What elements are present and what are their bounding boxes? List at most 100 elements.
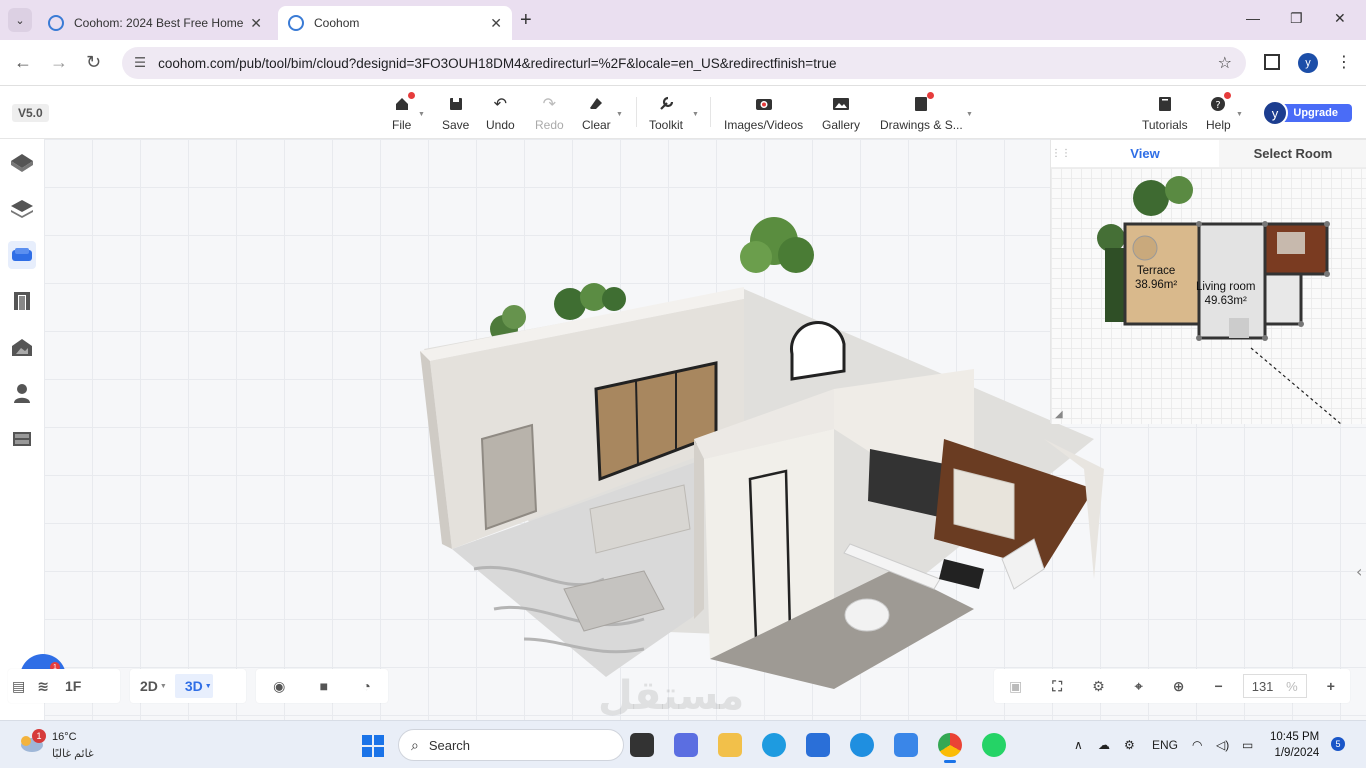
edge-icon[interactable] — [762, 733, 786, 757]
coohom-favicon-icon — [288, 15, 304, 31]
taskbar-search[interactable]: ⌕ Search — [398, 729, 624, 761]
tab-select-room[interactable]: Select Room — [1219, 140, 1366, 167]
minimap-canvas[interactable]: Terrace 38.96m² Living room 49.63m² ◢ — [1051, 168, 1366, 424]
save-label: Save — [442, 118, 470, 132]
render-quality-icon[interactable]: ◔ — [352, 678, 380, 694]
sidebar-item-doors[interactable] — [8, 287, 36, 315]
browser-tab-inactive[interactable]: Coohom: 2024 Best Free Home ✕ — [38, 6, 272, 40]
onedrive-cloud-icon[interactable]: ☁ — [1098, 738, 1110, 752]
tray-chevron-icon[interactable]: ∧ — [1074, 738, 1083, 752]
cube-view-icon[interactable]: ■ — [310, 678, 338, 694]
resize-handle-icon[interactable]: ◢ — [1055, 409, 1063, 420]
mode-3d-dropdown-icon[interactable]: ▼ — [205, 683, 212, 690]
wifi-icon[interactable]: ◠ — [1192, 738, 1202, 752]
images-videos-button[interactable]: Images/Videos — [724, 95, 803, 132]
settings-gear-icon[interactable]: ⚙ — [1124, 738, 1135, 752]
camera-settings-icon[interactable]: ⚙ — [1082, 678, 1115, 695]
sidebar-item-layers[interactable] — [8, 195, 36, 223]
sidebar-item-furniture[interactable] — [8, 241, 36, 269]
house-icon — [393, 92, 415, 113]
help-button[interactable]: ? Help — [1206, 92, 1232, 132]
clear-dropdown-icon[interactable]: ▼ — [616, 111, 623, 118]
building-icon — [12, 339, 32, 356]
profile-avatar[interactable]: y — [1298, 53, 1318, 73]
app-icon[interactable] — [850, 733, 874, 757]
zoom-out-icon[interactable]: − — [1204, 678, 1232, 694]
drawings-button[interactable]: Drawings & S... — [880, 92, 963, 132]
sidebar-item-floorplan[interactable] — [8, 149, 36, 177]
screenshot-icon[interactable]: ▣ — [999, 678, 1032, 695]
undo-button[interactable]: ↶ Undo — [486, 95, 515, 132]
zoom-level-field[interactable]: 131 % — [1242, 674, 1307, 698]
file-button[interactable]: File — [392, 92, 415, 132]
back-icon[interactable]: ← — [14, 52, 32, 73]
url-field[interactable]: ☰ coohom.com/pub/tool/bim/cloud?designid… — [122, 47, 1246, 79]
collapse-chevron-icon[interactable]: ‹ — [1356, 562, 1362, 581]
floor-list-icon[interactable]: ▤ — [8, 678, 31, 695]
layers-stack-icon[interactable]: ≋ — [31, 678, 55, 695]
whatsapp-icon[interactable] — [982, 733, 1006, 757]
browser-tab-active[interactable]: Coohom ✕ — [278, 6, 512, 40]
new-tab-icon[interactable]: + — [520, 9, 532, 32]
forward-icon[interactable]: → — [50, 52, 68, 73]
store-icon[interactable] — [806, 733, 830, 757]
gallery-button[interactable]: Gallery — [822, 95, 860, 132]
drag-handle-icon[interactable]: ⋮⋮ — [1051, 140, 1071, 167]
search-icon: ⌕ — [411, 736, 419, 753]
save-button[interactable]: Save — [442, 95, 469, 132]
tutorials-button[interactable]: Tutorials — [1142, 95, 1188, 132]
file-dropdown-icon[interactable]: ▼ — [418, 111, 425, 118]
toolkit-dropdown-icon[interactable]: ▼ — [692, 111, 699, 118]
weather-badge: 1 — [32, 729, 46, 743]
svg-text:?: ? — [1216, 100, 1221, 111]
focus-target-icon[interactable]: ⌖ — [1125, 678, 1153, 695]
sidebar-item-cabinets[interactable] — [8, 425, 36, 453]
clear-button[interactable]: Clear — [582, 95, 611, 132]
camera-frame-icon[interactable]: ⛶ — [1042, 678, 1072, 695]
teams-icon[interactable] — [674, 733, 698, 757]
toolkit-button[interactable]: Toolkit — [649, 95, 683, 132]
mode-2d-dropdown-icon[interactable]: ▼ — [160, 683, 167, 690]
bookmark-star-icon[interactable]: ☆ — [1218, 53, 1232, 73]
close-tab-icon[interactable]: ✕ — [490, 15, 502, 32]
language-indicator[interactable]: ENG — [1152, 738, 1178, 752]
help-dropdown-icon[interactable]: ▼ — [1236, 111, 1243, 118]
close-tab-icon[interactable]: ✕ — [250, 15, 262, 32]
help-label: Help — [1206, 118, 1231, 132]
toilet — [844, 598, 890, 632]
coohom-favicon-icon — [48, 15, 64, 31]
zoom-fit-icon[interactable]: ⊕ — [1163, 678, 1195, 695]
battery-icon[interactable]: ▭ — [1242, 738, 1253, 752]
visibility-eye-icon[interactable]: ◉ — [263, 678, 295, 695]
tab-search-chevron-icon[interactable]: ⌄ — [8, 8, 32, 32]
sidebar-item-user[interactable] — [8, 379, 36, 407]
zoom-in-icon[interactable]: + — [1317, 678, 1345, 694]
weather-temperature[interactable]: 16°C — [52, 731, 77, 743]
task-view-icon[interactable] — [630, 733, 654, 757]
user-avatar[interactable]: y — [1262, 100, 1288, 126]
reload-icon[interactable]: ↻ — [86, 52, 101, 73]
notification-count[interactable]: 5 — [1331, 737, 1345, 751]
display-controls: ◉ ■ ◔ — [256, 669, 388, 703]
weather-description[interactable]: غائم غالبًا — [52, 747, 94, 760]
close-window-icon[interactable]: ✕ — [1334, 10, 1346, 27]
windows-start-icon[interactable] — [362, 735, 384, 757]
floor-level-button[interactable]: 1F — [55, 678, 91, 694]
undo-icon: ↶ — [493, 96, 508, 113]
redo-icon: ↷ — [542, 96, 557, 113]
drawings-dropdown-icon[interactable]: ▼ — [966, 111, 973, 118]
site-info-icon[interactable]: ☰ — [134, 55, 146, 71]
tab-view[interactable]: View — [1071, 140, 1219, 167]
minimize-icon[interactable]: — — [1246, 10, 1260, 26]
file-explorer-icon[interactable] — [718, 733, 742, 757]
restore-icon[interactable]: ❐ — [1290, 10, 1303, 27]
volume-icon[interactable]: ◁) — [1216, 738, 1229, 752]
redo-button[interactable]: ↷ Redo — [535, 95, 564, 132]
sidebar-item-structure[interactable] — [8, 333, 36, 361]
todo-icon[interactable] — [894, 733, 918, 757]
gallery-label: Gallery — [822, 118, 861, 132]
browser-menu-icon[interactable]: ⋮ — [1336, 52, 1352, 72]
system-clock[interactable]: 10:45 PM 1/9/2024 — [1270, 729, 1319, 761]
side-panel-icon[interactable] — [1264, 54, 1280, 70]
chrome-icon[interactable] — [938, 733, 962, 763]
